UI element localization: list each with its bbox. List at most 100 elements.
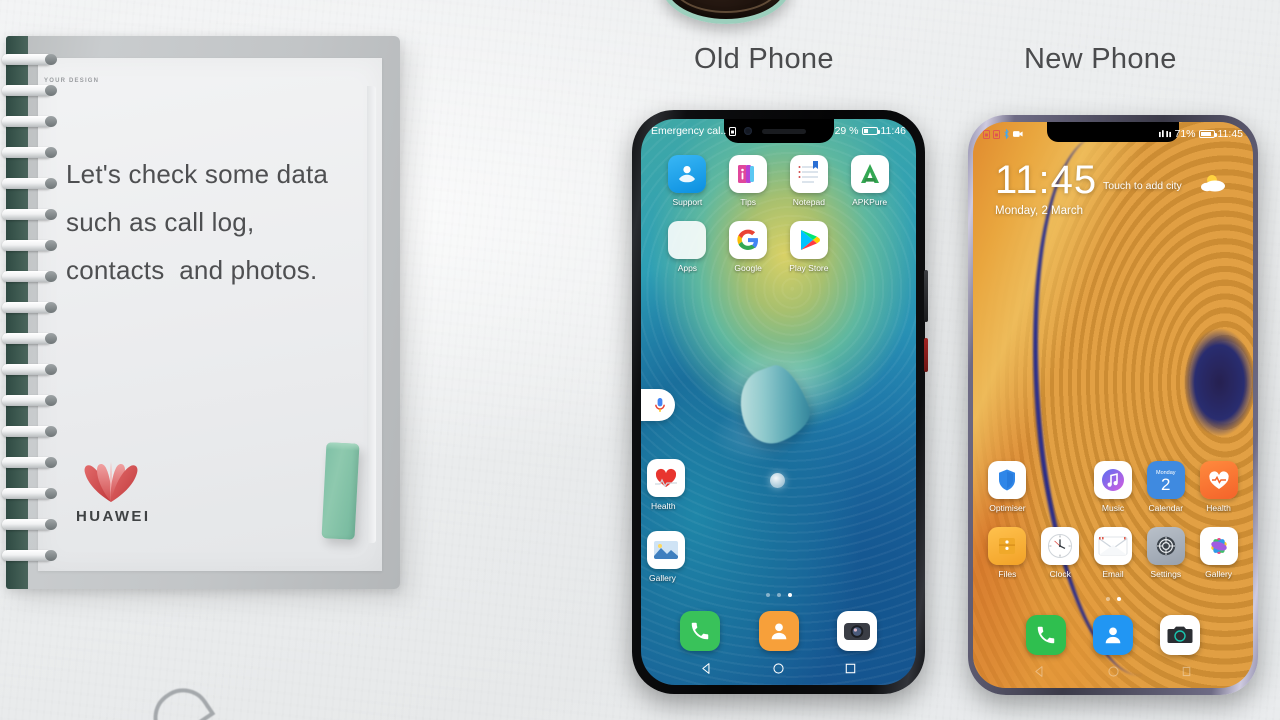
app-gallery[interactable]: Gallery — [1192, 527, 1245, 579]
dock-camera-button[interactable] — [1160, 615, 1200, 655]
spiral-ring — [2, 85, 57, 96]
old-page-indicator — [641, 593, 916, 597]
support-icon — [668, 155, 707, 193]
lockscreen-clock-widget[interactable]: 11:45 Monday, 2 March — [995, 160, 1097, 217]
app-label: Email — [1102, 569, 1124, 579]
old-dock — [641, 611, 916, 651]
old-clock-label: 11:46 — [880, 125, 907, 137]
app-google[interactable]: Google — [718, 221, 779, 273]
app-label: Tips — [740, 197, 756, 207]
old-phone-screen[interactable]: Emergency cal.. 29 % 11:46 Support Tips … — [641, 119, 916, 685]
dock-camera-button[interactable] — [837, 611, 878, 651]
app-folder-apps[interactable]: Apps — [657, 221, 718, 273]
page-dot[interactable] — [1105, 597, 1110, 601]
recents-icon[interactable] — [1180, 665, 1193, 678]
old-phone-volume-button[interactable] — [924, 270, 928, 322]
music-icon — [1093, 461, 1132, 499]
floating-assistive-ball[interactable] — [770, 472, 786, 488]
clock-icon — [1041, 527, 1080, 565]
app-label: Notepad — [792, 197, 825, 207]
notebook-page-edge — [367, 86, 376, 543]
google-icon — [729, 221, 768, 259]
new-phone-title: New Phone — [1024, 43, 1177, 75]
add-city-hint[interactable]: Touch to add city — [1103, 180, 1182, 192]
calendar-icon: Monday 2 — [1146, 461, 1185, 499]
dock-contacts-button[interactable] — [1093, 615, 1133, 655]
spiral-ring — [2, 395, 57, 406]
gallery-icon — [1199, 527, 1238, 565]
message-line-1: Let's check some data — [66, 159, 329, 189]
old-carrier-label: Emergency cal.. — [651, 125, 727, 137]
new-phone-screen[interactable]: 71% 11:45 11:45 Monday, 2 March Touch to… — [973, 122, 1253, 688]
notebook-message: Let's check some data such as call log, … — [66, 150, 368, 294]
spiral-ring — [2, 271, 57, 282]
app-label: Gallery — [1205, 569, 1233, 579]
new-battery-percent: 71% — [1174, 128, 1196, 140]
old-navigation-bar — [641, 657, 916, 679]
app-label: Settings — [1150, 569, 1182, 579]
back-icon[interactable] — [1033, 665, 1046, 678]
recents-icon[interactable] — [844, 662, 857, 675]
page-dot[interactable] — [765, 593, 770, 597]
new-app-grid: Optimiser Music Monday 2 Calendar Health… — [981, 461, 1245, 579]
app-apkpure[interactable]: APKPure — [839, 155, 900, 207]
dock-phone-button[interactable] — [1026, 615, 1066, 655]
app-email[interactable]: Email — [1087, 527, 1140, 579]
clock-date: Monday, 2 March — [995, 205, 1083, 217]
message-line-3: contacts and photos. — [66, 255, 318, 285]
app-music[interactable]: Music — [1087, 461, 1140, 513]
new-battery-icon — [1198, 130, 1217, 138]
new-clock-label: 11:45 — [1217, 128, 1244, 140]
page-dot-active[interactable] — [1116, 597, 1121, 601]
app-files[interactable]: Files — [981, 527, 1034, 579]
new-phone: 71% 11:45 11:45 Monday, 2 March Touch to… — [968, 115, 1258, 695]
app-notepad[interactable]: Notepad — [779, 155, 840, 207]
back-icon[interactable] — [700, 662, 713, 675]
new-dock — [973, 615, 1253, 655]
files-icon — [988, 527, 1027, 565]
app-label: Support — [672, 197, 703, 207]
health-icon — [1199, 461, 1238, 499]
app-calendar[interactable]: Monday 2 Calendar — [1139, 461, 1192, 513]
old-phone-power-button[interactable] — [924, 338, 928, 372]
new-navigation-bar — [973, 661, 1253, 681]
dock-phone-button[interactable] — [679, 611, 720, 651]
app-label: Health — [651, 501, 676, 511]
app-tips[interactable]: Tips — [718, 155, 779, 207]
old-battery-icon — [861, 127, 880, 135]
old-app-grid: Support Tips Notepad APKPure Apps Google… — [657, 155, 900, 273]
app-optimiser[interactable]: Optimiser — [981, 461, 1034, 513]
page-dot[interactable] — [776, 593, 781, 597]
app-label: Files — [998, 569, 1017, 579]
app-play-store[interactable]: Play Store — [779, 221, 840, 273]
edge-app-assistant[interactable] — [641, 389, 675, 421]
notebook-brand-line: YOUR DESIGN — [44, 78, 100, 84]
app-label: Google — [734, 263, 762, 273]
bluetooth-icon — [1004, 129, 1009, 139]
new-status-right: 71% 11:45 — [1159, 128, 1243, 140]
health-heart-icon — [647, 459, 685, 497]
page-dot-active[interactable] — [787, 593, 792, 597]
app-health[interactable]: Health — [1192, 461, 1245, 513]
app-label: Clock — [1049, 569, 1071, 579]
spiral-ring — [2, 488, 57, 499]
app-settings[interactable]: Settings — [1139, 527, 1192, 579]
huawei-logo: HUAWEI — [54, 460, 194, 525]
app-support[interactable]: Support — [657, 155, 718, 207]
home-icon[interactable] — [772, 662, 785, 675]
dock-contacts-button[interactable] — [758, 611, 799, 651]
spiral-ring — [2, 240, 57, 251]
old-battery-percent: 29 % — [834, 125, 859, 137]
spiral-ring — [2, 519, 57, 530]
app-clock[interactable]: Clock — [1034, 527, 1087, 579]
edge-app-health[interactable]: Health — [647, 459, 685, 511]
home-icon[interactable] — [1107, 665, 1120, 678]
app-label: Play Store — [789, 263, 829, 273]
app-label: Apps — [677, 263, 698, 273]
old-status-left: Emergency cal.. — [651, 125, 737, 137]
edge-app-gallery[interactable]: Gallery — [647, 531, 685, 583]
spiral-ring — [2, 178, 57, 189]
old-status-bar: Emergency cal.. 29 % 11:46 — [641, 119, 916, 143]
huawei-logo-text: HUAWEI — [76, 508, 151, 525]
app-label: Gallery — [649, 573, 676, 583]
